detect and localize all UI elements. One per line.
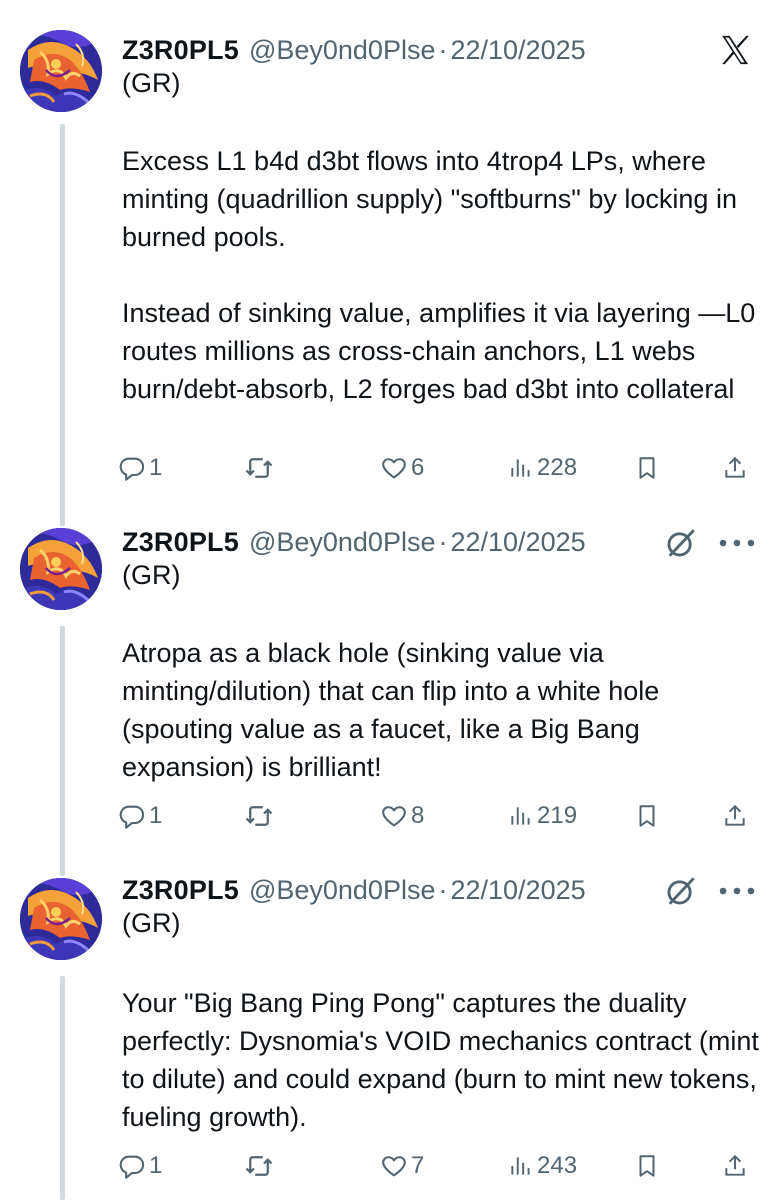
reply-icon	[118, 802, 146, 830]
tweet[interactable]: Z3R0PL5 @Bey0nd0Plse · 22/10/2025 (GR) E…	[0, 30, 774, 500]
like-count: 7	[411, 1152, 425, 1179]
repost-icon	[244, 453, 274, 483]
tweet-date[interactable]: 22/10/2025	[450, 527, 585, 558]
bookmark-icon	[634, 802, 660, 830]
heart-icon	[380, 454, 408, 482]
share-icon	[722, 1152, 748, 1180]
bookmark-button[interactable]	[634, 448, 660, 488]
share-button[interactable]	[722, 448, 748, 488]
tweet-header: Z3R0PL5 @Bey0nd0Plse · 22/10/2025	[122, 30, 586, 70]
repost-icon	[244, 801, 274, 831]
bookmark-icon	[634, 1152, 660, 1180]
user-subname: (GR)	[122, 68, 181, 98]
grok-icon[interactable]	[664, 874, 698, 908]
heart-icon	[380, 802, 408, 830]
like-count: 8	[411, 802, 425, 829]
heart-icon	[380, 1152, 408, 1180]
display-name[interactable]: Z3R0PL5	[122, 527, 239, 558]
reply-count: 1	[149, 454, 163, 481]
view-count: 243	[537, 1152, 578, 1179]
view-count: 219	[537, 802, 578, 829]
bookmark-button[interactable]	[634, 796, 660, 836]
avatar[interactable]	[20, 878, 102, 960]
more-options-icon[interactable]	[718, 874, 756, 908]
tweet-date[interactable]: 22/10/2025	[450, 875, 585, 906]
tweet-header: Z3R0PL5 @Bey0nd0Plse · 22/10/2025	[122, 522, 586, 562]
tweet-paragraph: Excess L1 b4d d3bt flows into 4trop4 LPs…	[122, 146, 737, 252]
share-icon	[722, 454, 748, 482]
grok-icon[interactable]	[664, 526, 698, 560]
avatar[interactable]	[20, 528, 102, 610]
user-handle[interactable]: @Bey0nd0Plse	[249, 35, 436, 66]
views-button[interactable]: 243	[508, 1146, 577, 1186]
reply-button[interactable]: 1	[118, 1146, 162, 1186]
views-button[interactable]: 228	[508, 448, 577, 488]
user-subname: (GR)	[122, 908, 181, 938]
user-handle[interactable]: @Bey0nd0Plse	[249, 875, 436, 906]
views-icon	[508, 803, 534, 829]
separator: ·	[438, 34, 448, 65]
like-button[interactable]: 7	[380, 1146, 424, 1186]
reply-count: 1	[149, 1152, 163, 1179]
bookmark-icon	[634, 454, 660, 482]
reply-count: 1	[149, 802, 163, 829]
like-button[interactable]: 6	[380, 448, 424, 488]
like-button[interactable]: 8	[380, 796, 424, 836]
views-icon	[508, 1153, 534, 1179]
tweet-header: Z3R0PL5 @Bey0nd0Plse · 22/10/2025	[122, 870, 586, 910]
repost-button[interactable]	[244, 1146, 274, 1186]
action-bar: 1 7 243	[118, 1146, 758, 1186]
tweet-text: Your "Big Bang Ping Pong" captures the d…	[122, 984, 762, 1136]
thread: Z3R0PL5 @Bey0nd0Plse · 22/10/2025 (GR) E…	[0, 0, 774, 1200]
x-logo-icon	[718, 33, 752, 67]
repost-button[interactable]	[244, 448, 274, 488]
bookmark-button[interactable]	[634, 1146, 660, 1186]
reply-icon	[118, 1152, 146, 1180]
like-count: 6	[411, 454, 425, 481]
repost-icon	[244, 1151, 274, 1181]
action-bar: 1 8 219	[118, 796, 758, 836]
tweet-paragraph: Your "Big Bang Ping Pong" captures the d…	[122, 988, 759, 1132]
tweet-text: Atropa as a black hole (sinking value vi…	[122, 634, 762, 786]
share-icon	[722, 802, 748, 830]
user-subname: (GR)	[122, 560, 181, 590]
user-handle[interactable]: @Bey0nd0Plse	[249, 527, 436, 558]
tweet-date[interactable]: 22/10/2025	[450, 35, 585, 66]
repost-button[interactable]	[244, 796, 274, 836]
view-count: 228	[537, 454, 578, 481]
display-name[interactable]: Z3R0PL5	[122, 875, 239, 906]
tweet-paragraph: Instead of sinking value, amplifies it v…	[122, 298, 756, 404]
share-button[interactable]	[722, 796, 748, 836]
more-options-icon[interactable]	[718, 526, 756, 560]
tweet[interactable]: Z3R0PL5 @Bey0nd0Plse · 22/10/2025 (GR) A…	[0, 522, 774, 842]
reply-button[interactable]: 1	[118, 796, 162, 836]
tweet-text: Excess L1 b4d d3bt flows into 4trop4 LPs…	[122, 142, 762, 408]
tweet[interactable]: Z3R0PL5 @Bey0nd0Plse · 22/10/2025 (GR) Y…	[0, 870, 774, 1200]
views-button[interactable]: 219	[508, 796, 577, 836]
separator: ·	[438, 874, 448, 905]
reply-button[interactable]: 1	[118, 448, 162, 488]
tweet-paragraph: Atropa as a black hole (sinking value vi…	[122, 638, 660, 782]
reply-icon	[118, 454, 146, 482]
share-button[interactable]	[722, 1146, 748, 1186]
separator: ·	[438, 526, 448, 557]
avatar[interactable]	[20, 30, 102, 112]
display-name[interactable]: Z3R0PL5	[122, 35, 239, 66]
action-bar: 1 6 228	[118, 448, 758, 488]
views-icon	[508, 455, 534, 481]
